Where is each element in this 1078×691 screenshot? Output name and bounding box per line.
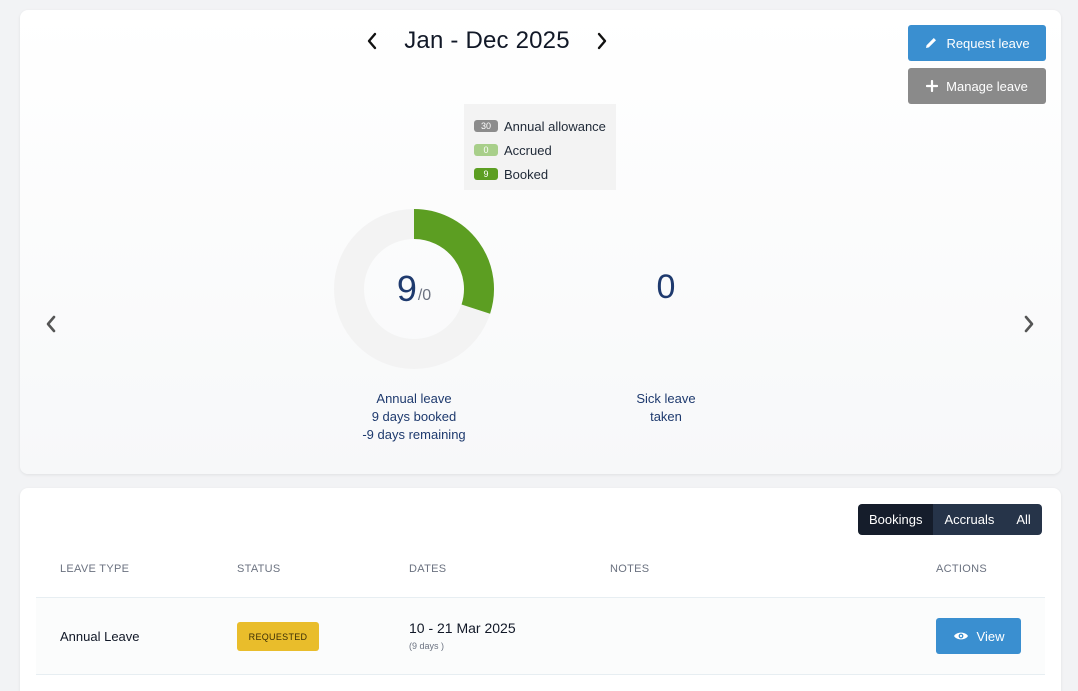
view-booking-button[interactable]: View bbox=[936, 618, 1021, 654]
pencil-icon bbox=[926, 38, 937, 48]
manage-leave-button[interactable]: Manage leave bbox=[908, 68, 1046, 104]
chevron-right-icon bbox=[597, 32, 607, 50]
row-leave-type: Annual Leave bbox=[60, 629, 140, 644]
column-header-leave-type: LEAVE TYPE bbox=[60, 563, 130, 575]
request-leave-label: Request leave bbox=[946, 35, 1030, 51]
column-header-dates: DATES bbox=[409, 563, 447, 575]
tab-bookings[interactable]: Bookings bbox=[858, 504, 934, 535]
chevron-left-icon bbox=[46, 315, 56, 333]
sick-leave-number: 0 bbox=[656, 268, 676, 306]
legend-label: Annual allowance bbox=[504, 118, 606, 134]
annual-booked-number: 9 bbox=[396, 268, 417, 309]
manage-leave-label: Manage leave bbox=[946, 78, 1028, 94]
chevron-left-icon bbox=[367, 32, 377, 50]
sick-caption-sub: taken bbox=[650, 409, 682, 424]
legend-label: Accrued bbox=[504, 142, 552, 158]
view-button-label: View bbox=[976, 628, 1005, 644]
annual-caption-booked: 9 days booked bbox=[371, 409, 457, 424]
legend-item-booked: 9 Booked bbox=[474, 162, 606, 186]
legend-chip: 0 bbox=[474, 144, 498, 156]
next-leave-type-button[interactable] bbox=[1019, 312, 1039, 336]
next-period-button[interactable] bbox=[592, 27, 612, 55]
tab-accruals[interactable]: Accruals bbox=[933, 504, 1006, 535]
column-header-actions: ACTIONS bbox=[936, 563, 987, 575]
previous-period-button[interactable] bbox=[362, 27, 382, 55]
bookings-card: Bookings Accruals All LEAVE TYPE STATUS … bbox=[20, 488, 1061, 691]
previous-leave-type-button[interactable] bbox=[41, 312, 61, 336]
sick-caption-title: Sick leave bbox=[636, 391, 696, 406]
column-header-notes: NOTES bbox=[610, 563, 650, 575]
chevron-right-icon bbox=[1024, 315, 1034, 333]
annual-leave-donut: 9 /0 bbox=[333, 208, 495, 370]
request-leave-button[interactable]: Request leave bbox=[908, 25, 1046, 61]
legend-item-annual-allowance: 30 Annual allowance bbox=[474, 114, 606, 138]
table-row bbox=[36, 598, 1045, 674]
allowance-legend: 30 Annual allowance 0 Accrued 9 Booked bbox=[464, 104, 616, 190]
period-title: Jan - Dec 2025 bbox=[404, 27, 570, 54]
annual-denominator: /0 bbox=[417, 287, 432, 304]
donut-center-value: 9 /0 bbox=[333, 208, 495, 370]
annual-leave-caption: Annual leave 9 days booked -9 days remai… bbox=[334, 390, 494, 444]
plus-icon bbox=[926, 80, 939, 92]
legend-label: Booked bbox=[504, 166, 549, 182]
eye-icon bbox=[953, 632, 968, 640]
table-divider bbox=[36, 674, 1045, 675]
legend-chip: 30 bbox=[474, 120, 498, 132]
legend-item-accrued: 0 Accrued bbox=[474, 138, 606, 162]
column-header-status: STATUS bbox=[237, 563, 281, 575]
leave-summary-card: Jan - Dec 2025 Request leave Manage leav… bbox=[20, 10, 1061, 474]
annual-caption-remaining: -9 days remaining bbox=[362, 427, 466, 442]
period-navigator: Jan - Dec 2025 bbox=[362, 26, 612, 56]
row-dates: 10 - 21 Mar 2025 bbox=[409, 620, 516, 636]
sick-leave-caption: Sick leave taken bbox=[586, 390, 746, 426]
bookings-filter-toggle: Bookings Accruals All bbox=[858, 504, 1042, 535]
legend-chip: 9 bbox=[474, 168, 498, 180]
row-day-count: (9 days ) bbox=[409, 641, 445, 651]
status-badge: REQUESTED bbox=[237, 622, 319, 651]
tab-all[interactable]: All bbox=[1005, 504, 1042, 535]
annual-caption-title: Annual leave bbox=[376, 391, 452, 406]
